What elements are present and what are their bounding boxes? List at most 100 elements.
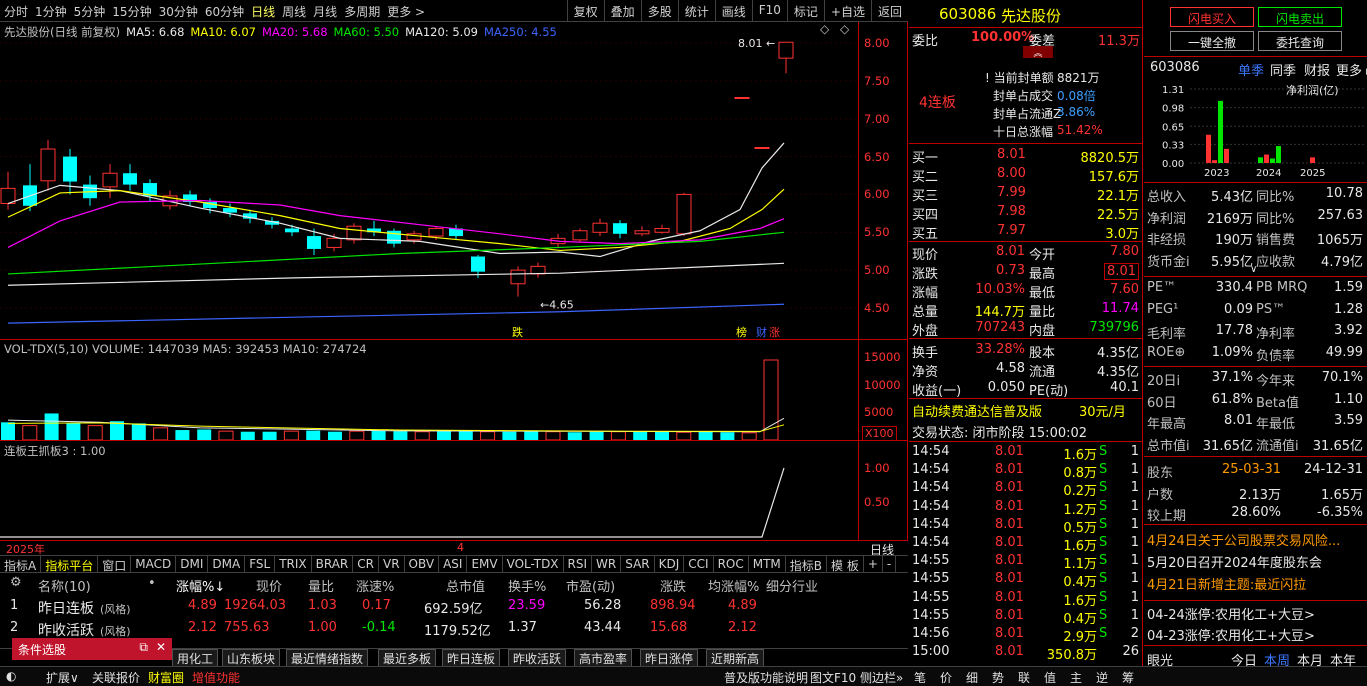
promo-text[interactable]: 自动续费通达信普及版 xyxy=(912,401,1042,420)
expand-icon[interactable]: ∨ xyxy=(1250,264,1257,275)
indicator-tab[interactable]: DMA xyxy=(208,556,246,572)
toolbar-button[interactable]: 画线 xyxy=(714,0,752,22)
column-header[interactable]: 涨速% xyxy=(356,576,394,595)
indicator-tab[interactable]: KDJ xyxy=(655,556,685,572)
collapse-icon[interactable]: ◇ xyxy=(840,22,849,36)
period-tab[interactable]: 月线 xyxy=(313,3,337,20)
tab-quarter[interactable]: 单季 xyxy=(1238,60,1264,79)
tick-view-tab[interactable]: 价 xyxy=(940,669,952,686)
sentiment-tab[interactable]: 本年 xyxy=(1330,650,1356,669)
status-item[interactable]: 普及版功能说明 xyxy=(724,669,808,686)
promo-price[interactable]: 30元/月 xyxy=(1079,401,1126,420)
tick-view-tab[interactable]: 值 xyxy=(1044,669,1056,686)
column-header[interactable]: 总市值 xyxy=(446,576,485,595)
tab-report[interactable]: 财报 xyxy=(1304,60,1330,79)
period-tab[interactable]: 5分钟 xyxy=(74,3,106,20)
gear-icon[interactable]: ⚙ xyxy=(10,575,22,590)
tab-more[interactable]: 更多 ▸ xyxy=(1336,60,1367,79)
limit-up-item[interactable]: 04-23涨停:农用化工+大豆> xyxy=(1144,623,1367,644)
popout-icon[interactable]: ⧉ xyxy=(139,640,148,655)
column-header[interactable]: 现价 xyxy=(256,576,282,595)
settings-icon[interactable]: ◇ xyxy=(820,22,829,36)
column-header[interactable]: 量比 xyxy=(308,576,334,595)
indicator-tab[interactable]: 模 板 xyxy=(827,556,864,573)
sentiment-tab[interactable]: 本周 xyxy=(1264,650,1290,669)
indicator-tab[interactable]: 窗口 xyxy=(98,556,132,573)
indicator-tab[interactable]: VOL-TDX xyxy=(503,556,564,572)
news-item[interactable]: 5月20日召开2024年度股东会 xyxy=(1144,550,1367,571)
indicator-tab[interactable]: BRAR xyxy=(312,556,354,572)
sentiment-tab[interactable]: 眼光 xyxy=(1147,650,1173,669)
indicator-tab[interactable]: VR xyxy=(379,556,405,572)
period-tab[interactable]: 1分钟 xyxy=(35,3,67,20)
indicator-tab[interactable]: TRIX xyxy=(275,556,312,572)
indicator-tab[interactable]: CCI xyxy=(684,556,714,572)
indicator-chart[interactable] xyxy=(0,441,858,540)
toolbar-button[interactable]: 返回 xyxy=(870,0,908,22)
collapse-icon[interactable]: ︽ xyxy=(1023,46,1053,59)
bid-row[interactable]: 买五 7.97 3.0万 xyxy=(909,222,1143,242)
toolbar-button[interactable]: +自选 xyxy=(823,0,871,22)
status-item[interactable]: 扩展∨ xyxy=(46,669,79,686)
column-header[interactable]: 市盈(动) xyxy=(566,576,615,595)
period-tab[interactable]: 更多 > xyxy=(387,3,425,20)
column-header[interactable]: 名称(10) xyxy=(38,576,91,595)
toolbar-button[interactable]: 多股 xyxy=(640,0,678,22)
toolbar-button[interactable]: 叠加 xyxy=(603,0,641,22)
toggle-icon[interactable]: ◐ xyxy=(6,669,16,683)
sentiment-tab[interactable]: 本月 xyxy=(1297,650,1323,669)
sector-tab[interactable]: 近期新高 xyxy=(706,649,765,666)
bid-row[interactable]: 买一 8.01 8820.5万 xyxy=(909,146,1143,166)
sector-tab[interactable]: 昨日连板 xyxy=(442,649,501,666)
bid-row[interactable]: 买二 8.00 157.6万 xyxy=(909,165,1143,185)
indicator-tab[interactable]: RSI xyxy=(564,556,593,572)
status-item[interactable]: 关联报价 xyxy=(92,669,140,686)
bid-row[interactable]: 买四 7.98 22.5万 xyxy=(909,203,1143,223)
kline-chart-area[interactable]: 先达股份(日线 前复权) MA5: 6.68 MA10: 6.07 MA20: 5.6… xyxy=(0,22,908,540)
indicator-tab[interactable]: OBV xyxy=(405,556,440,572)
indicator-tab[interactable]: WR xyxy=(592,556,622,572)
column-header[interactable]: 均涨幅% xyxy=(708,576,759,595)
column-header[interactable]: • xyxy=(148,576,156,591)
period-tab[interactable]: 30分钟 xyxy=(159,3,198,20)
sector-tab[interactable]: 高市盈率 xyxy=(574,649,633,666)
close-icon[interactable]: ✕ xyxy=(156,640,166,654)
toolbar-button[interactable]: 统计 xyxy=(677,0,715,22)
cancel-all-button[interactable]: 一键全撤 xyxy=(1170,31,1254,51)
indicator-tab[interactable]: + xyxy=(864,556,883,572)
period-tab[interactable]: 15分钟 xyxy=(112,3,151,20)
sentiment-tab[interactable]: 今日 xyxy=(1231,650,1257,669)
volume-chart[interactable] xyxy=(0,340,858,440)
candlestick-chart[interactable]: 8.01 ← ←4.65 跌 榜财涨 xyxy=(0,22,858,339)
condition-select-popup[interactable]: 条件选股 ⧉ ✕ xyxy=(12,638,172,660)
column-header[interactable]: 涨跌 xyxy=(660,576,686,595)
indicator-tab[interactable]: EMV xyxy=(467,556,503,572)
column-header[interactable]: 换手% xyxy=(508,576,546,595)
order-query-button[interactable]: 委托查询 xyxy=(1258,31,1342,51)
indicator-tab[interactable]: 指标平台 xyxy=(41,556,99,573)
sector-tab[interactable]: 最近多板 xyxy=(378,649,437,666)
news-item[interactable]: 4月24日关于公司股票交易风险... xyxy=(1144,528,1367,549)
indicator-tab[interactable]: CR xyxy=(353,556,379,572)
tick-view-tab[interactable]: 筹 xyxy=(1122,669,1134,686)
toolbar-button[interactable]: 标记 xyxy=(786,0,824,22)
tick-view-tab[interactable]: 主 xyxy=(1070,669,1082,686)
column-header[interactable]: 细分行业 xyxy=(766,576,818,595)
column-header[interactable]: 涨幅%↓ xyxy=(176,576,225,595)
indicator-tab[interactable]: FSL xyxy=(245,556,276,572)
status-item[interactable]: 财富圈 xyxy=(148,669,184,686)
toolbar-button[interactable]: F10 xyxy=(751,0,787,22)
indicator-tab[interactable]: DMI xyxy=(176,556,209,572)
period-tab[interactable]: 60分钟 xyxy=(205,3,244,20)
toolbar-button[interactable]: 复权 xyxy=(566,0,604,22)
tick-view-tab[interactable]: 细 xyxy=(966,669,978,686)
status-item[interactable]: 侧边栏» xyxy=(860,669,903,686)
promo-row[interactable]: 自动续费通达信普及版 30元/月 xyxy=(909,400,1143,420)
tick-view-tab[interactable]: 笔 xyxy=(914,669,926,686)
indicator-tab[interactable]: MTM xyxy=(749,556,786,572)
status-item[interactable]: 图文F10 xyxy=(810,669,856,686)
sector-tab[interactable]: 山东板块 xyxy=(222,649,281,666)
sector-tab[interactable]: 用化工 xyxy=(172,649,219,666)
tick-view-tab[interactable]: 逆 xyxy=(1096,669,1108,686)
indicator-tab[interactable]: 指标A xyxy=(0,556,42,573)
